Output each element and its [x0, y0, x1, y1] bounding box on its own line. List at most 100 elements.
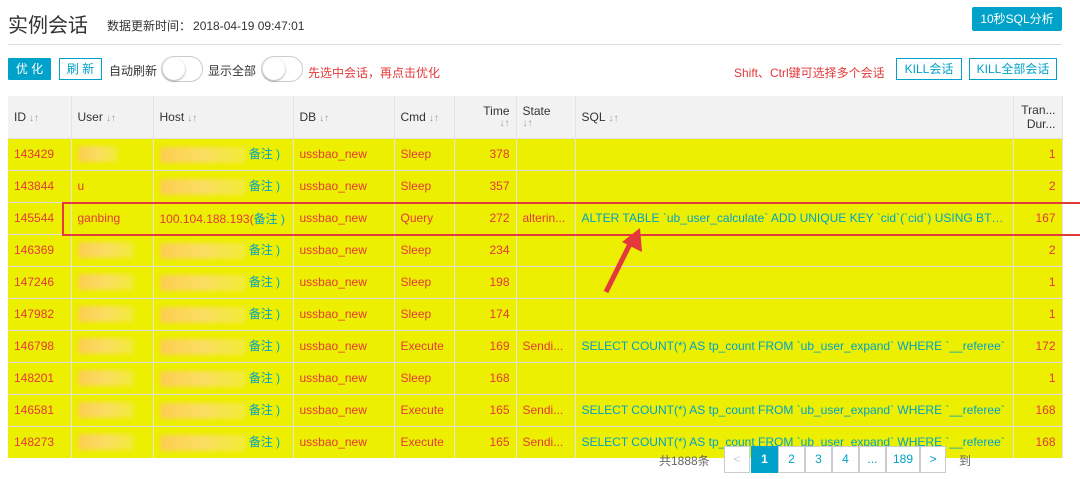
host-note-link[interactable]: 备注 ) [249, 307, 280, 321]
sort-icon[interactable]: ↓↑ [523, 118, 569, 129]
prev-page-button[interactable]: < [724, 446, 750, 473]
cell-time: 165 [454, 393, 517, 426]
redacted-blur [77, 274, 134, 290]
cell-id: 147246 [8, 265, 72, 298]
select-hint: 先选中会话，再点击优化 [308, 66, 441, 80]
cell-trx-duration: 172 [1013, 329, 1063, 362]
cell-id: 148201 [8, 361, 72, 394]
cell-state: Sendi... [516, 329, 576, 362]
cell-db: ussbao_new [293, 329, 395, 362]
sql-analyze-button[interactable]: 10秒SQL分析 [972, 7, 1062, 31]
cell-time: 357 [454, 169, 517, 202]
column-header-id[interactable]: ID ↓↑ [8, 96, 72, 138]
column-header-time[interactable]: Time ↓↑ [454, 96, 517, 138]
table-row[interactable]: 147246 备注 ) ussbao_new Sleep 198 1 [8, 265, 1063, 298]
page-ellipsis[interactable]: ... [859, 446, 886, 473]
cell-sql [575, 297, 1014, 330]
cell-db: ussbao_new [293, 265, 395, 298]
auto-refresh-toggle[interactable] [161, 56, 203, 82]
cell-host: 备注 ) [153, 329, 294, 362]
column-label: DB [299, 109, 317, 124]
column-header-trx-duration[interactable]: Tran... Dur... [1013, 96, 1063, 138]
page-button-last[interactable]: 189 [886, 446, 920, 473]
table-row[interactable]: 143429 备注 ) ussbao_new Sleep 378 1 [8, 137, 1063, 170]
table-row[interactable]: 148201 备注 ) ussbao_new Sleep 168 1 [8, 361, 1063, 394]
cell-host: 备注 ) [153, 297, 294, 330]
cell-state: alterin... [516, 201, 576, 234]
sort-icon[interactable]: ↓↑ [609, 113, 619, 124]
cell-user [71, 361, 154, 394]
host-note-link[interactable]: 备注 ) [249, 403, 280, 417]
next-page-button[interactable]: > [920, 446, 946, 473]
column-header-db[interactable]: DB ↓↑ [293, 96, 395, 138]
sort-icon[interactable]: ↓↑ [429, 113, 439, 124]
page-button-1[interactable]: 1 [751, 446, 778, 473]
column-label: User [77, 109, 103, 124]
optimize-button[interactable]: 优 化 [8, 58, 51, 80]
sort-icon[interactable]: ↓↑ [106, 113, 116, 124]
cell-time: 174 [454, 297, 517, 330]
cell-user [71, 393, 154, 426]
table-row[interactable]: 143844 u 备注 ) ussbao_new Sleep 357 2 [8, 169, 1063, 202]
table-row[interactable]: 146581 备注 ) ussbao_new Execute 165 Sendi... S… [8, 393, 1063, 426]
cell-user [71, 297, 154, 330]
column-label: SQL [581, 109, 606, 124]
cell-time: 234 [454, 233, 517, 266]
column-header-cmd[interactable]: Cmd ↓↑ [394, 96, 455, 138]
cell-trx-duration: 2 [1013, 233, 1063, 266]
table-row[interactable]: 147982 备注 ) ussbao_new Sleep 174 1 [8, 297, 1063, 330]
cell-time: 198 [454, 265, 517, 298]
cell-id: 143844 [8, 169, 72, 202]
host-note-link[interactable]: 备注 ) [249, 179, 280, 193]
goto-page-label: 到 [959, 454, 972, 468]
host-note-link[interactable]: 备注 ) [249, 275, 280, 289]
column-header-state[interactable]: State ↓↑ [516, 96, 576, 138]
cell-cmd: Sleep [394, 233, 455, 266]
refresh-button[interactable]: 刷 新 [59, 58, 102, 80]
cell-cmd: Sleep [394, 297, 455, 330]
kill-all-sessions-button[interactable]: KILL全部会话 [969, 58, 1057, 80]
cell-state [516, 265, 576, 298]
column-header-host[interactable]: Host ↓↑ [153, 96, 294, 138]
page-button-4[interactable]: 4 [832, 446, 859, 473]
cell-host: 备注 ) [153, 265, 294, 298]
cell-trx-duration: 1 [1013, 265, 1063, 298]
column-label: Tran... [1021, 102, 1056, 117]
sort-icon[interactable]: ↓↑ [29, 113, 39, 124]
cell-state [516, 137, 576, 170]
cell-host: 备注 ) [153, 169, 294, 202]
cell-trx-duration: 2 [1013, 169, 1063, 202]
kill-session-button[interactable]: KILL会话 [896, 58, 962, 80]
cell-cmd: Sleep [394, 265, 455, 298]
redacted-blur [77, 242, 134, 258]
cell-time: 169 [454, 329, 517, 362]
table-row[interactable]: 146369 备注 ) ussbao_new Sleep 234 2 [8, 233, 1063, 266]
cell-user [71, 329, 154, 362]
column-label: ID [14, 109, 26, 124]
page-button-3[interactable]: 3 [805, 446, 832, 473]
page-title: 实例会话 [8, 15, 88, 37]
cell-state [516, 361, 576, 394]
redacted-blur [159, 306, 246, 323]
table-row[interactable]: 146798 备注 ) ussbao_new Execute 169 Sendi... S… [8, 329, 1063, 362]
page-button-2[interactable]: 2 [778, 446, 805, 473]
show-all-toggle[interactable] [261, 56, 303, 82]
sort-icon[interactable]: ↓↑ [319, 113, 329, 124]
host-note-link[interactable]: 备注 ) [254, 212, 285, 226]
sort-icon[interactable]: ↓↑ [187, 113, 197, 124]
redacted-blur [77, 146, 118, 162]
header-divider [8, 44, 1062, 45]
host-note-link[interactable]: 备注 ) [249, 339, 280, 353]
sort-icon[interactable]: ↓↑ [464, 118, 510, 129]
host-note-link[interactable]: 备注 ) [249, 243, 280, 257]
column-header-user[interactable]: User ↓↑ [71, 96, 154, 138]
cell-host: 备注 ) [153, 233, 294, 266]
host-note-link[interactable]: 备注 ) [249, 147, 280, 161]
table-row[interactable]: 145544 ganbing 100.104.188.193(备注 ) ussbao_… [8, 201, 1063, 234]
host-note-link[interactable]: 备注 ) [249, 371, 280, 385]
cell-sql [575, 233, 1014, 266]
column-label: Host [159, 109, 185, 124]
column-header-sql[interactable]: SQL ↓↑ [575, 96, 1014, 138]
cell-cmd: Execute [394, 393, 455, 426]
show-all-label: 显示全部 [208, 64, 257, 78]
